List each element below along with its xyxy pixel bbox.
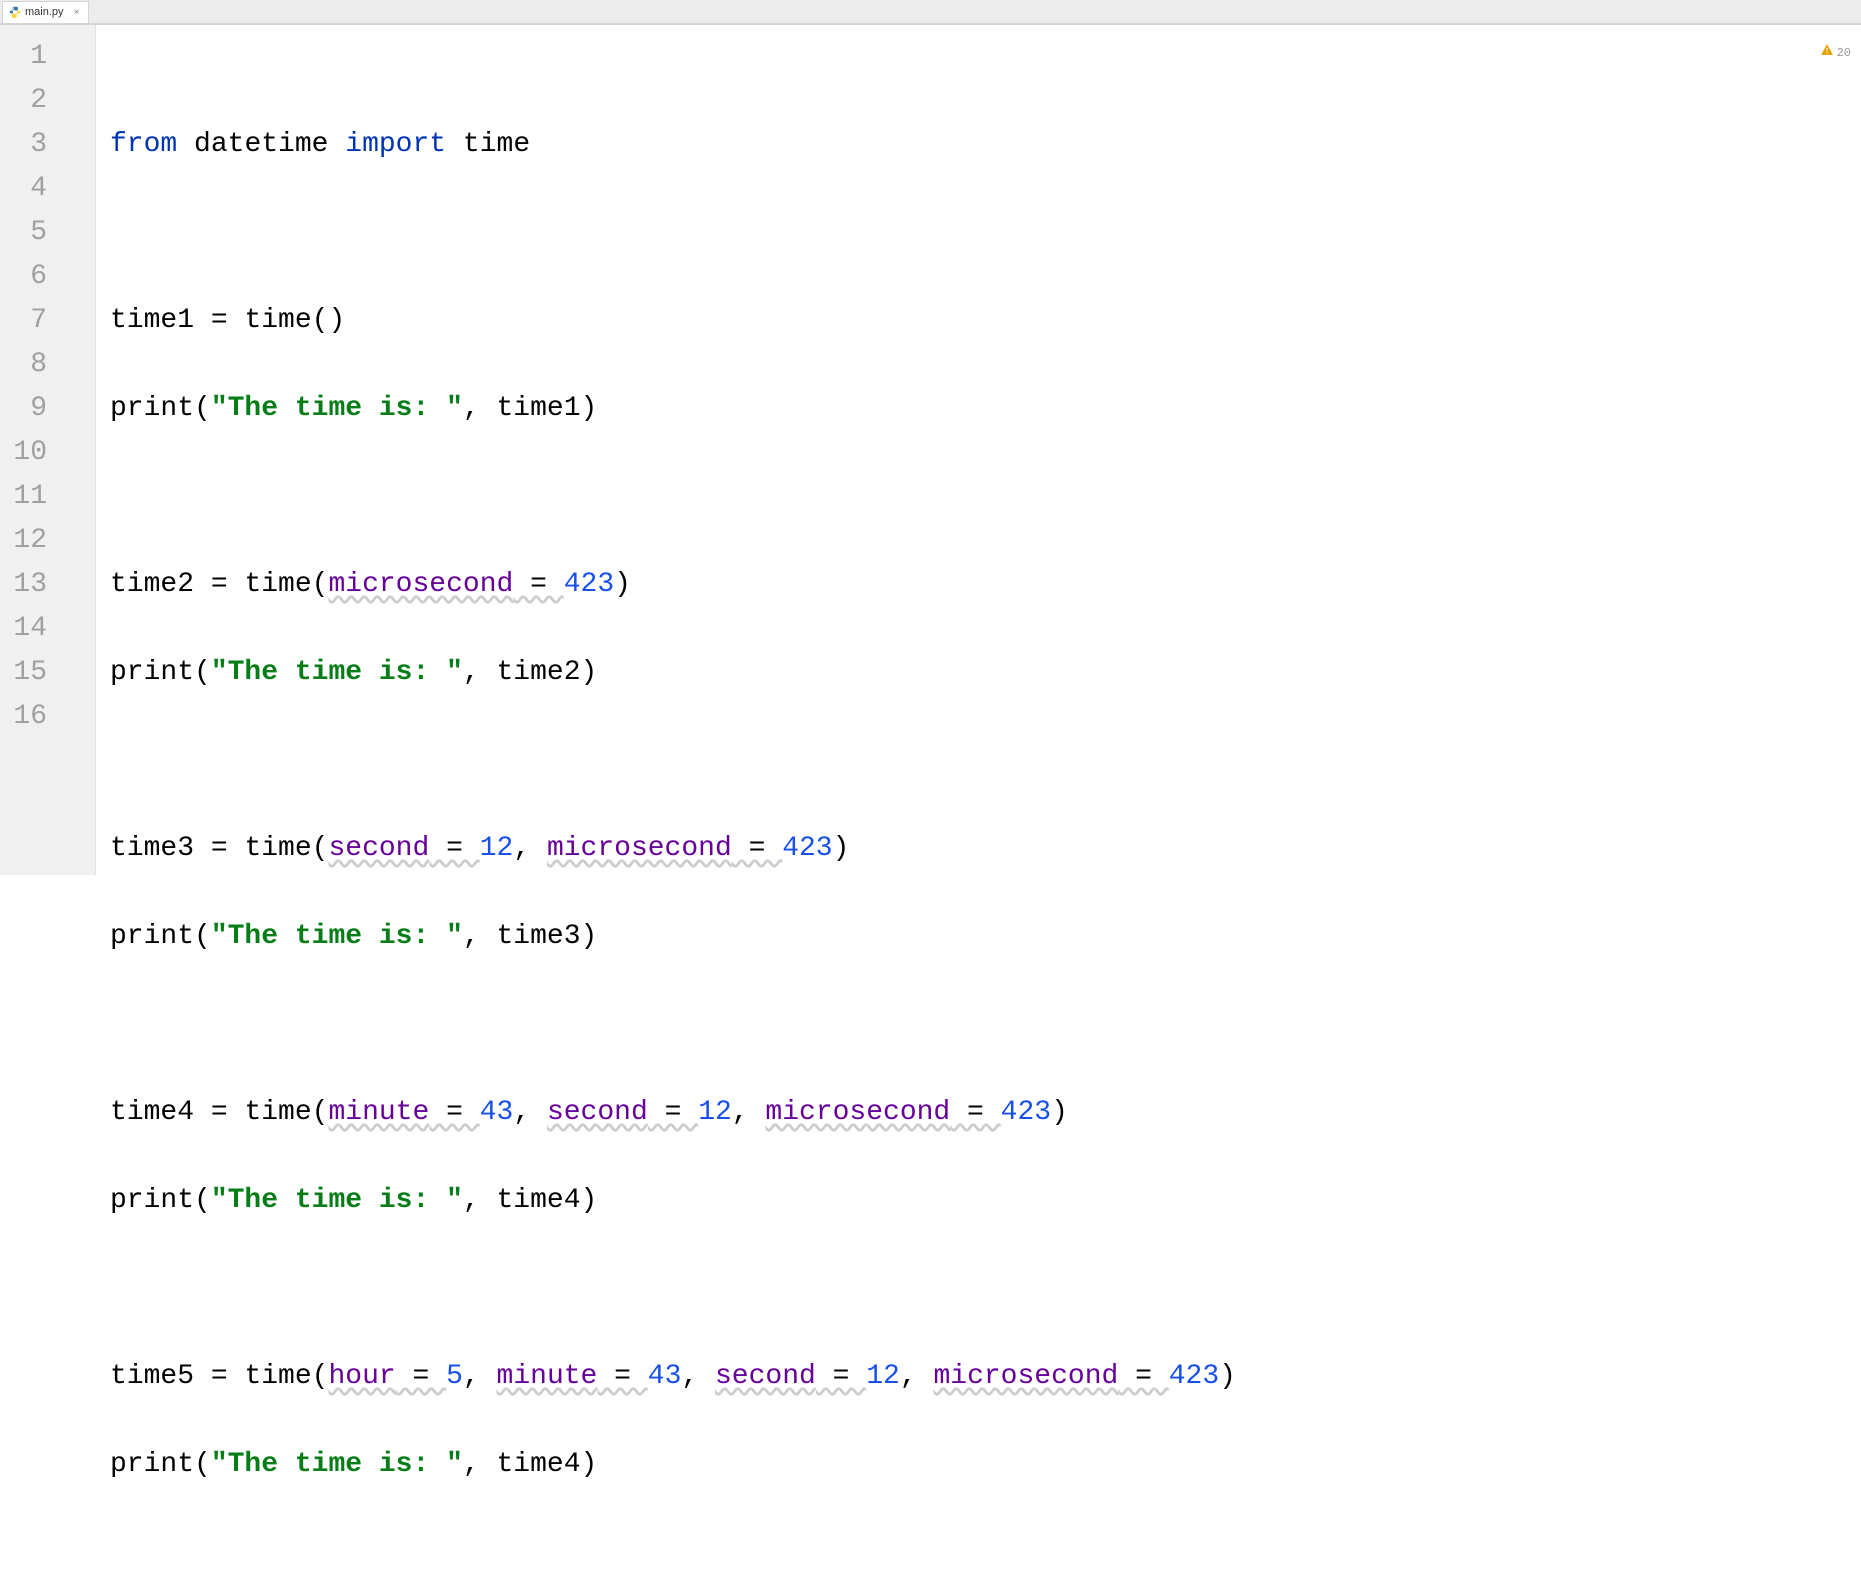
code-line: print("The time is: ", time4) [110,1443,1861,1487]
line-number-gutter: 1 2 3 4 5 6 7 8 9 10 11 12 13 14 15 16 [0,25,96,875]
line-number: 9 [0,387,95,431]
code-line: time4 = time(minute = 43, second = 12, m… [110,1091,1861,1135]
line-number: 11 [0,475,95,519]
line-number: 16 [0,695,95,739]
warning-count: 20 [1837,31,1851,75]
line-number: 1 [0,35,95,79]
code-line [110,475,1861,519]
line-number: 3 [0,123,95,167]
tab-bar: main.py × [0,0,1861,24]
tab-filename: main.py [25,6,64,18]
line-number: 12 [0,519,95,563]
line-number: 8 [0,343,95,387]
code-line: print("The time is: ", time3) [110,915,1861,959]
code-editor[interactable]: 20 from datetime import time time1 = tim… [96,25,1861,875]
line-number: 14 [0,607,95,651]
line-number: 2 [0,79,95,123]
line-number: 6 [0,255,95,299]
code-line: time1 = time() [110,299,1861,343]
code-line: time3 = time(second = 12, microsecond = … [110,827,1861,871]
code-line [110,1003,1861,1047]
line-number: 4 [0,167,95,211]
code-line [110,739,1861,783]
line-number: 15 [0,651,95,695]
line-number: 10 [0,431,95,475]
code-line: print("The time is: ", time2) [110,651,1861,695]
code-line [110,211,1861,255]
warning-badge[interactable]: 20 [1821,31,1851,75]
code-line [110,1267,1861,1311]
line-number: 7 [0,299,95,343]
editor-window: main.py × 1 2 3 4 5 6 7 8 9 10 11 12 13 … [0,0,1861,875]
python-file-icon [9,6,21,18]
line-number: 13 [0,563,95,607]
code-line: print("The time is: ", time4) [110,1179,1861,1223]
code-line: print("The time is: ", time1) [110,387,1861,431]
code-line: time2 = time(microsecond = 423) [110,563,1861,607]
code-line: from datetime import time [110,123,1861,167]
code-area: 1 2 3 4 5 6 7 8 9 10 11 12 13 14 15 16 2… [0,24,1861,875]
file-tab-main-py[interactable]: main.py × [2,1,89,23]
warning-icon [1821,31,1833,75]
close-tab-icon[interactable]: × [72,7,82,17]
line-number: 5 [0,211,95,255]
code-line: time5 = time(hour = 5, minute = 43, seco… [110,1355,1861,1399]
